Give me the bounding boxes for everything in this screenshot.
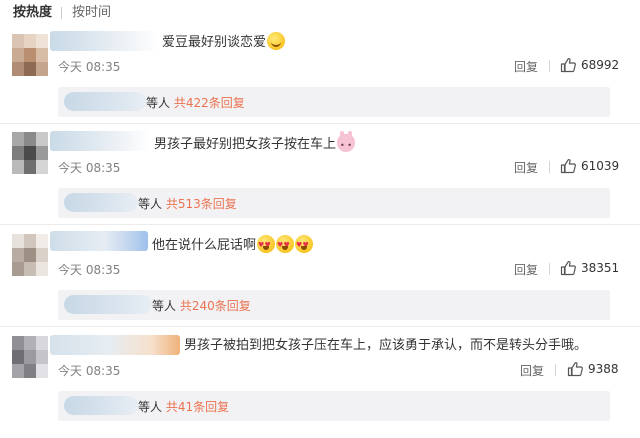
- heart-eyes-emoji-icon: [257, 235, 276, 254]
- thumbs-up-icon[interactable]: [567, 361, 583, 377]
- action-divider: [549, 60, 550, 72]
- subreply-summary[interactable]: 等人 共513条回复: [58, 188, 610, 218]
- sort-by-time-tab[interactable]: 按时间: [72, 5, 111, 21]
- heart-eyes-emoji-icon: [276, 235, 295, 254]
- heart-eyes-emoji-icon: [295, 235, 314, 254]
- subreply-text: 等人 共513条回复: [138, 195, 237, 212]
- comment-divider: [0, 123, 640, 124]
- subreply-summary[interactable]: 等人 共41条回复: [58, 391, 610, 421]
- avatar[interactable]: [12, 132, 48, 174]
- view-replies-link[interactable]: 共41条回复: [166, 400, 229, 414]
- avatar[interactable]: [12, 336, 48, 378]
- bunny-emoji-icon: [337, 131, 356, 155]
- avatar[interactable]: [12, 34, 48, 76]
- username-blurred[interactable]: [50, 231, 148, 251]
- username-blurred[interactable]: [50, 131, 150, 151]
- like-count: 61039: [581, 159, 620, 173]
- view-replies-link[interactable]: 共513条回复: [166, 197, 237, 211]
- subreply-users-blurred: [64, 92, 146, 111]
- view-replies-link[interactable]: 共422条回复: [174, 96, 245, 110]
- comment-divider: [0, 326, 640, 327]
- subreply-summary[interactable]: 等人 共422条回复: [58, 87, 610, 117]
- comment-text: 男孩子被拍到把女孩子压在车上，应该勇于承认，而不是转头分手哦。: [184, 337, 587, 355]
- reply-button[interactable]: 回复: [520, 362, 544, 379]
- reply-button[interactable]: 回复: [514, 159, 538, 176]
- subreply-prefix: 等人: [146, 96, 171, 110]
- subreply-prefix: 等人: [138, 197, 163, 211]
- subreply-users-blurred: [64, 295, 152, 314]
- subreply-prefix: 等人: [152, 299, 177, 313]
- comment-divider: [0, 224, 640, 225]
- username-blurred[interactable]: [50, 335, 180, 355]
- action-divider: [549, 263, 550, 275]
- view-replies-link[interactable]: 共240条回复: [180, 299, 251, 313]
- thumbs-up-icon[interactable]: [560, 158, 576, 174]
- username-blurred[interactable]: [50, 31, 158, 51]
- comment-time: 今天 08:35: [58, 263, 121, 277]
- comment-text: 爱豆最好别谈恋爱: [162, 32, 286, 52]
- subreply-text: 等人 共41条回复: [138, 398, 229, 415]
- sort-divider: [61, 7, 62, 19]
- reply-button[interactable]: 回复: [514, 58, 538, 75]
- like-count: 38351: [581, 261, 620, 275]
- smile-emoji-icon: [267, 32, 286, 50]
- subreply-prefix: 等人: [138, 400, 163, 414]
- subreply-users-blurred: [64, 193, 138, 212]
- subreply-text: 等人 共422条回复: [146, 94, 245, 111]
- action-divider: [549, 161, 550, 173]
- like-count: 9388: [588, 362, 619, 376]
- comment-time: 今天 08:35: [58, 60, 121, 74]
- subreply-users-blurred: [64, 396, 138, 415]
- subreply-summary[interactable]: 等人 共240条回复: [58, 290, 610, 320]
- avatar[interactable]: [12, 234, 48, 276]
- thumbs-up-icon[interactable]: [560, 57, 576, 73]
- reply-button[interactable]: 回复: [514, 261, 538, 278]
- comment-text: 他在说什么屁话啊: [152, 235, 314, 255]
- sort-bar: 按热度 按时间: [0, 0, 640, 26]
- comment-time: 今天 08:35: [58, 364, 121, 378]
- comment-text: 男孩子最好别把女孩子按在车上: [154, 131, 356, 155]
- sort-by-hot-tab[interactable]: 按热度: [13, 5, 52, 21]
- comment-text-body: 男孩子被拍到把女孩子压在车上，应该勇于承认，而不是转头分手哦。: [184, 338, 588, 353]
- action-divider: [555, 364, 556, 376]
- thumbs-up-icon[interactable]: [560, 260, 576, 276]
- comment-text-body: 他在说什么屁话啊: [152, 238, 257, 253]
- comment-text-body: 男孩子最好别把女孩子按在车上: [154, 137, 337, 152]
- comment-text-body: 爱豆最好别谈恋爱: [162, 35, 267, 50]
- like-count: 68992: [581, 58, 620, 72]
- subreply-text: 等人 共240条回复: [152, 297, 251, 314]
- comment-time: 今天 08:35: [58, 161, 121, 175]
